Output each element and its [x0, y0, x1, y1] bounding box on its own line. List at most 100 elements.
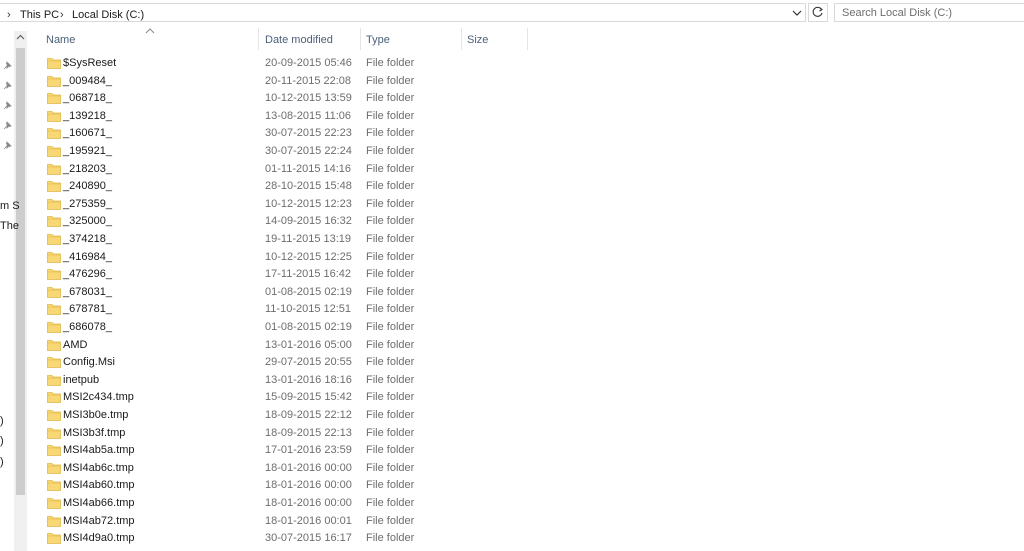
file-name: MSI2c434.tmp	[63, 391, 134, 404]
search-placeholder: Search Local Disk (C:)	[842, 7, 953, 19]
file-type: File folder	[366, 127, 415, 140]
folder-icon	[47, 515, 61, 527]
address-bar[interactable]: › This PC › Local Disk (C:)	[0, 3, 806, 22]
file-row[interactable]: _240890_ 28-10-2015 15:48 File folder	[40, 177, 520, 195]
file-date-modified: 18-01-2016 00:00	[265, 497, 352, 509]
folder-icon	[47, 444, 61, 457]
folder-icon	[47, 532, 61, 545]
nav-item-truncated[interactable]: )	[0, 456, 4, 468]
file-row[interactable]: _416984_ 10-12-2015 12:25 File folder	[40, 248, 520, 266]
file-row[interactable]: AMD 13-01-2016 05:00 File folder	[40, 336, 520, 354]
pin-icon[interactable]	[2, 121, 12, 131]
file-name: _686078_	[63, 321, 112, 333]
folder-icon	[47, 251, 61, 263]
file-row[interactable]: inetpub 13-01-2016 18:16 File folder	[40, 371, 520, 389]
breadcrumb-local-disk[interactable]: Local Disk (C:)	[72, 9, 144, 21]
file-row[interactable]: Config.Msi 29-07-2015 20:55 File folder	[40, 353, 520, 371]
file-row[interactable]: _160671_ 30-07-2015 22:23 File folder	[40, 124, 520, 142]
nav-item-truncated[interactable]: )	[0, 435, 4, 447]
file-date-modified: 18-09-2015 22:13	[265, 426, 352, 439]
breadcrumb-separator[interactable]: ›	[7, 9, 11, 21]
file-row[interactable]: MSI4d9a0.tmp 30-07-2015 16:17 File folder	[40, 529, 520, 547]
sort-ascending-icon	[145, 26, 155, 34]
file-name: MSI4ab60.tmp	[63, 479, 135, 492]
folder-icon	[47, 286, 61, 298]
file-row[interactable]: $SysReset 20-09-2015 05:46 File folder	[40, 54, 520, 72]
file-date-modified: 19-11-2015 13:19	[265, 233, 352, 245]
nav-item-truncated[interactable]: The	[0, 220, 19, 232]
file-name: MSI4ab72.tmp	[63, 514, 135, 527]
file-name: _325000_	[63, 215, 112, 228]
folder-icon	[47, 321, 61, 333]
folder-icon	[47, 75, 61, 87]
file-date-modified: 14-09-2015 16:32	[265, 215, 352, 228]
column-header-size[interactable]: Size	[467, 34, 488, 46]
file-row[interactable]: MSI4ab66.tmp 18-01-2016 00:00 File folder	[40, 494, 520, 512]
file-name: _009484_	[63, 74, 112, 87]
file-type: File folder	[366, 461, 415, 474]
file-type: File folder	[366, 250, 415, 263]
file-date-modified: 01-08-2015 02:19	[265, 285, 352, 298]
file-name: _195921_	[63, 145, 112, 157]
file-type: File folder	[366, 391, 415, 404]
file-row[interactable]: _068718_ 10-12-2015 13:59 File folder	[40, 89, 520, 107]
pin-icon[interactable]	[2, 61, 12, 71]
file-type: File folder	[366, 145, 415, 157]
file-type: File folder	[366, 356, 415, 369]
file-row[interactable]: MSI4ab60.tmp 18-01-2016 00:00 File folder	[40, 476, 520, 494]
file-date-modified: 13-08-2015 11:06	[265, 109, 352, 122]
column-header-type[interactable]: Type	[366, 34, 390, 46]
pin-icon[interactable]	[2, 81, 12, 91]
search-input[interactable]: Search Local Disk (C:)	[834, 3, 1024, 22]
file-row[interactable]: MSI2c434.tmp 15-09-2015 15:42 File folder	[40, 388, 520, 406]
pin-icon[interactable]	[2, 141, 12, 151]
column-divider[interactable]	[527, 28, 528, 50]
refresh-button[interactable]	[808, 3, 828, 22]
column-divider[interactable]	[258, 28, 259, 50]
nav-item-truncated[interactable]: m S	[0, 200, 20, 212]
file-row[interactable]: _325000_ 14-09-2015 16:32 File folder	[40, 212, 520, 230]
folder-icon	[47, 356, 61, 369]
file-name: _275359_	[63, 197, 112, 210]
breadcrumb-this-pc[interactable]: This PC	[20, 9, 59, 21]
file-row[interactable]: MSI3b3f.tmp 18-09-2015 22:13 File folder	[40, 424, 520, 442]
chevron-down-icon[interactable]	[790, 6, 804, 20]
column-header-date-modified[interactable]: Date modified	[265, 34, 333, 46]
pin-icon[interactable]	[2, 101, 12, 111]
file-row[interactable]: _374218_ 19-11-2015 13:19 File folder	[40, 230, 520, 248]
folder-icon	[47, 145, 61, 157]
nav-scroll-thumb[interactable]	[16, 48, 25, 495]
file-name: _160671_	[63, 127, 112, 140]
breadcrumb-separator[interactable]: ›	[60, 9, 64, 21]
file-row[interactable]: _476296_ 17-11-2015 16:42 File folder	[40, 265, 520, 283]
file-row[interactable]: MSI4ab72.tmp 18-01-2016 00:01 File folder	[40, 512, 520, 530]
column-divider[interactable]	[461, 28, 462, 50]
file-row[interactable]: MSI3b0e.tmp 18-09-2015 22:12 File folder	[40, 406, 520, 424]
nav-item-truncated[interactable]: )	[0, 415, 4, 427]
file-row[interactable]: _275359_ 10-12-2015 12:23 File folder	[40, 195, 520, 213]
column-divider[interactable]	[360, 28, 361, 50]
file-row[interactable]: _195921_ 30-07-2015 22:24 File folder	[40, 142, 520, 160]
file-row[interactable]: _678781_ 11-10-2015 12:51 File folder	[40, 300, 520, 318]
file-row[interactable]: MSI4ab6c.tmp 18-01-2016 00:00 File folder	[40, 459, 520, 477]
scroll-up-arrow-icon[interactable]	[14, 31, 27, 44]
file-name: MSI4ab5a.tmp	[63, 444, 135, 457]
file-type: File folder	[366, 92, 415, 105]
file-date-modified: 17-01-2016 23:59	[265, 444, 352, 457]
file-row[interactable]: _218203_ 01-11-2015 14:16 File folder	[40, 160, 520, 178]
file-type: File folder	[366, 497, 415, 509]
file-type: File folder	[366, 479, 415, 492]
file-row[interactable]: _139218_ 13-08-2015 11:06 File folder	[40, 107, 520, 125]
file-name: _678031_	[63, 285, 112, 298]
file-row[interactable]: _678031_ 01-08-2015 02:19 File folder	[40, 283, 520, 301]
file-row[interactable]: MSI4ab5a.tmp 17-01-2016 23:59 File folder	[40, 441, 520, 459]
folder-icon	[47, 427, 61, 439]
file-type: File folder	[366, 409, 415, 421]
column-header-name[interactable]: Name	[46, 34, 75, 46]
file-type: File folder	[366, 532, 415, 545]
file-name: MSI4ab66.tmp	[63, 497, 135, 509]
file-row[interactable]: _009484_ 20-11-2015 22:08 File folder	[40, 72, 520, 90]
file-row[interactable]: _686078_ 01-08-2015 02:19 File folder	[40, 318, 520, 336]
file-name: AMD	[63, 338, 88, 351]
folder-icon	[47, 92, 61, 105]
